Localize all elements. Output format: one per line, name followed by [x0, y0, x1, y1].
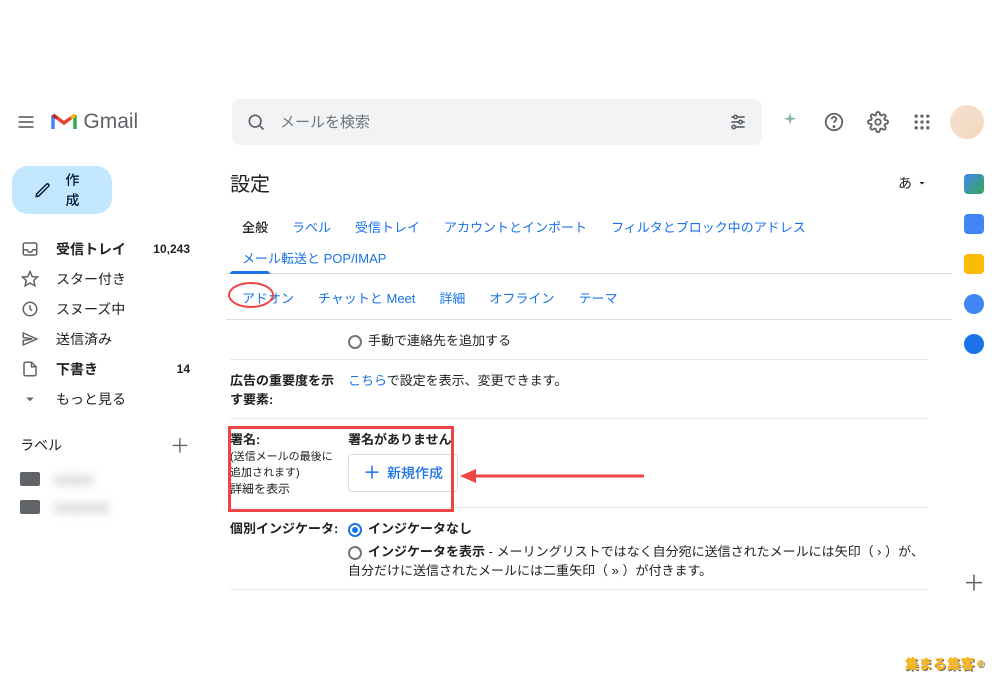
inbox-icon [20, 240, 40, 258]
sidebar-item-label: 下書き [56, 359, 98, 379]
label-name: ■■■■■ [54, 472, 93, 487]
sidebar: 作成 受信トレイ 10,243 スター付きスヌーズ中送信済み下書き 14 もっと見る ラ… [0, 154, 210, 600]
ads-label: 広告の重要度を示す要素: [230, 370, 340, 408]
tab2-4[interactable]: テーマ [566, 282, 629, 313]
pencil-icon [34, 180, 52, 200]
apps-grid-icon [912, 112, 932, 132]
sidebar-item-send[interactable]: 送信済み [8, 324, 202, 354]
tab-2[interactable]: 受信トレイ [343, 211, 432, 242]
tab2-3[interactable]: オフライン [477, 282, 566, 313]
ads-settings-link[interactable]: こちら [348, 373, 387, 388]
contacts-app-icon[interactable] [964, 334, 984, 354]
side-panel: ＋ [952, 154, 996, 600]
translate-app-icon[interactable] [964, 214, 984, 234]
radio-manual-contacts[interactable] [348, 335, 362, 349]
gear-icon [867, 111, 889, 133]
sidebar-item-inbox[interactable]: 受信トレイ 10,243 [8, 234, 202, 264]
search-input[interactable] [274, 114, 720, 131]
sidebar-item-star[interactable]: スター付き [8, 264, 202, 294]
label-item[interactable]: ■■■■■ [8, 465, 202, 493]
product-logo[interactable]: Gmail [51, 110, 224, 134]
tab-0[interactable]: 全般 [230, 211, 280, 242]
signature-detail-link[interactable]: 詳細を表示 [230, 480, 340, 497]
tab-1[interactable]: ラベル [280, 211, 343, 242]
create-signature-label: 新規作成 [387, 463, 443, 483]
tab2-2[interactable]: 詳細 [427, 282, 477, 313]
signature-sub: (送信メールの最後に追加されます) [230, 448, 340, 480]
product-name: Gmail [83, 110, 138, 134]
language-label: あ [898, 173, 912, 193]
sidebar-item-label: 送信済み [56, 329, 112, 349]
tab2-0[interactable]: アドオン [230, 282, 306, 313]
search-icon [246, 112, 266, 132]
label-icon [20, 472, 40, 486]
sidebar-item-chev[interactable]: もっと見る [8, 384, 202, 414]
gmail-m-icon [51, 112, 77, 132]
star-icon [20, 270, 40, 288]
main-menu-button[interactable] [8, 102, 43, 142]
corner-note: 集まる集客® [905, 654, 984, 674]
apps-button[interactable] [902, 102, 942, 142]
compose-label: 作成 [66, 170, 91, 210]
plus-icon: ＋ [363, 466, 381, 480]
add-addon-button[interactable]: ＋ [956, 564, 992, 600]
sidebar-item-label: 受信トレイ [56, 239, 126, 259]
indicator-none: インジケータなし [368, 521, 472, 536]
no-signature-text: 署名がありません [348, 429, 458, 448]
tab-5[interactable]: メール転送と POP/IMAP [230, 242, 398, 273]
tasks-app-icon[interactable] [964, 294, 984, 314]
add-label-button[interactable]: ＋ [170, 430, 190, 459]
language-button[interactable]: あ [898, 173, 928, 193]
bard-button[interactable] [770, 102, 810, 142]
sidebar-item-clock[interactable]: スヌーズ中 [8, 294, 202, 324]
send-icon [20, 330, 40, 348]
labels-heading: ラベル [20, 435, 62, 455]
sidebar-item-count: 14 [177, 362, 190, 376]
ads-text: で設定を表示、変更できます。 [387, 373, 568, 388]
sidebar-item-count: 10,243 [153, 242, 190, 256]
keep-app-icon[interactable] [964, 254, 984, 274]
label-icon [20, 500, 40, 514]
chev-icon [20, 390, 40, 408]
indicator-label: 個別インジケータ: [230, 518, 340, 537]
file-icon [20, 360, 40, 378]
help-icon [823, 111, 845, 133]
sidebar-item-label: スヌーズ中 [56, 299, 125, 319]
sparkle-icon [779, 111, 801, 133]
sidebar-item-label: スター付き [56, 269, 126, 289]
avatar[interactable] [950, 105, 984, 139]
clock-icon [20, 300, 40, 318]
settings-button[interactable] [858, 102, 898, 142]
signature-label: 署名: [230, 432, 260, 447]
tab-4[interactable]: フィルタとブロック中のアドレス [599, 211, 818, 242]
hamburger-icon [16, 112, 36, 132]
radio-indicator-none[interactable] [348, 523, 362, 537]
radio-indicator-show[interactable] [348, 546, 362, 560]
chevron-down-icon [916, 177, 928, 189]
page-title: 設定 [230, 168, 270, 197]
search-button[interactable] [238, 104, 274, 140]
indicator-show-bold: インジケータを表示 [368, 544, 485, 559]
calendar-app-icon[interactable] [964, 174, 984, 194]
search-bar[interactable] [232, 99, 762, 145]
sidebar-item-label: もっと見る [56, 389, 126, 409]
search-options-button[interactable] [720, 104, 756, 140]
tab2-1[interactable]: チャットと Meet [306, 282, 427, 313]
label-name: ■■■■■■■ [54, 500, 109, 515]
label-item[interactable]: ■■■■■■■ [8, 493, 202, 521]
tune-icon [728, 112, 748, 132]
create-signature-button[interactable]: ＋ 新規作成 [348, 454, 458, 492]
support-button[interactable] [814, 102, 854, 142]
tab-3[interactable]: アカウントとインポート [432, 211, 599, 242]
option-manual-contacts: 手動で連絡先を追加する [368, 333, 511, 348]
sidebar-item-file[interactable]: 下書き 14 [8, 354, 202, 384]
compose-button[interactable]: 作成 [12, 166, 112, 214]
